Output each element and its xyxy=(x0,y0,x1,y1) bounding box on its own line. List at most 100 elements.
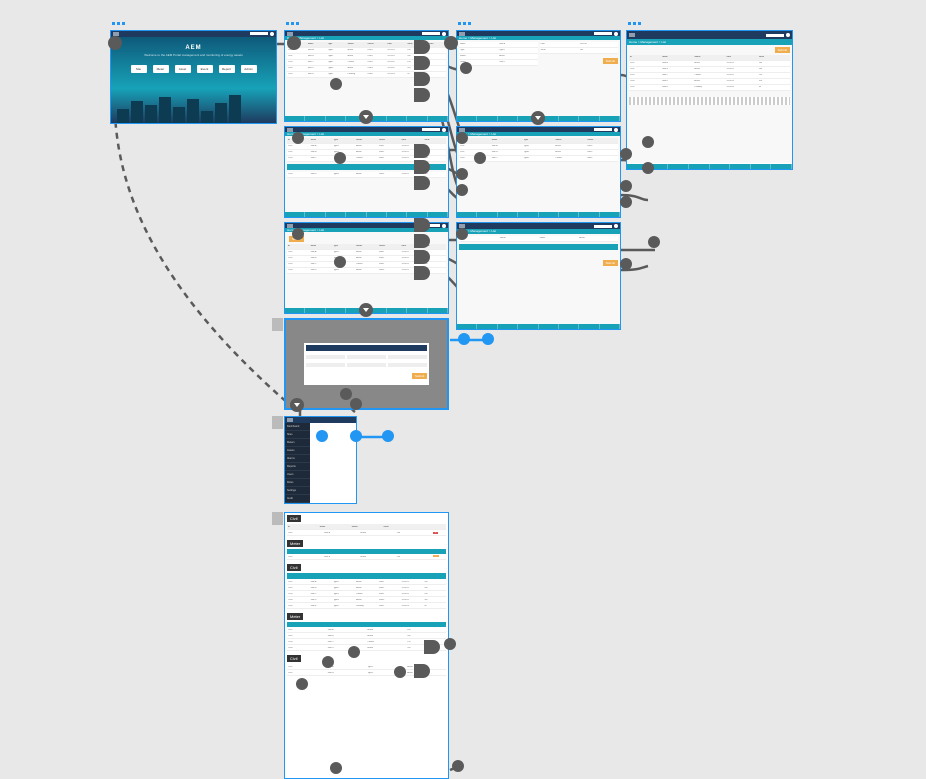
flow-node[interactable] xyxy=(292,228,304,240)
table-row[interactable]: 1004Item DActive320 xyxy=(287,645,446,651)
flow-gate[interactable] xyxy=(414,72,430,86)
flow-node[interactable] xyxy=(460,62,472,74)
hero-pill[interactable]: Admin xyxy=(241,65,257,73)
flow-node-blue[interactable] xyxy=(482,333,494,345)
flow-node[interactable] xyxy=(444,36,458,50)
frame-detail-1[interactable]: Home > Management > List NameItem ATypeT… xyxy=(456,30,621,122)
sidebar-item[interactable]: Sites xyxy=(285,431,310,439)
edit-button[interactable]: ✎ xyxy=(433,555,439,557)
frame-detail-2[interactable]: Home > Management > List IDNameTypeStatu… xyxy=(456,126,621,218)
frame-menu-icon[interactable] xyxy=(458,22,471,25)
sidebar-item[interactable]: Alarms xyxy=(285,455,310,463)
flow-node[interactable] xyxy=(334,256,346,268)
search-input[interactable] xyxy=(250,32,268,35)
hero-pill[interactable]: Event xyxy=(197,65,213,73)
chevron-down-icon[interactable] xyxy=(359,303,373,317)
flow-node[interactable] xyxy=(620,180,632,192)
frame-menu-icon[interactable] xyxy=(286,22,299,25)
flow-node[interactable] xyxy=(334,152,346,164)
frame-modal[interactable]: Submit xyxy=(284,318,449,410)
frame-summary[interactable]: Home > Management > List Submit IDNameSt… xyxy=(626,30,793,170)
avatar[interactable] xyxy=(614,128,618,132)
table-row[interactable]: 1005Item EPending2023-0390 xyxy=(629,85,790,91)
submit-button[interactable]: Submit xyxy=(603,260,618,266)
flow-gate[interactable] xyxy=(414,234,430,248)
delete-badge[interactable]: × xyxy=(433,532,438,534)
hero-pill[interactable]: Asset xyxy=(175,65,191,73)
flow-node[interactable] xyxy=(474,152,486,164)
chevron-down-icon[interactable] xyxy=(290,398,304,412)
flow-node-blue[interactable] xyxy=(350,430,362,442)
flow-node[interactable] xyxy=(350,398,362,410)
search-input[interactable] xyxy=(594,32,612,35)
hero-pill[interactable]: Meter xyxy=(153,65,169,73)
flow-gate[interactable] xyxy=(414,88,430,102)
frame-tab[interactable] xyxy=(272,318,283,331)
sidebar-item[interactable]: Roles xyxy=(285,479,310,487)
sidebar-item[interactable]: Logs xyxy=(285,503,310,504)
sidebar-item[interactable]: Assets xyxy=(285,447,310,455)
avatar[interactable] xyxy=(270,32,274,36)
hero-pill[interactable]: Site xyxy=(131,65,147,73)
flow-node[interactable] xyxy=(642,136,654,148)
chevron-down-icon[interactable] xyxy=(359,110,373,124)
flow-gate[interactable] xyxy=(414,250,430,264)
table-row[interactable]: 1005Item EType2PendingUser22023-0390 xyxy=(287,603,446,609)
flow-gate[interactable] xyxy=(414,56,430,70)
submit-button[interactable]: Submit xyxy=(603,58,618,64)
flow-node[interactable] xyxy=(620,148,632,160)
search-input[interactable] xyxy=(422,32,440,35)
chevron-down-icon[interactable] xyxy=(531,111,545,125)
flow-node[interactable] xyxy=(444,638,456,650)
flow-node[interactable] xyxy=(620,258,632,270)
flow-node[interactable] xyxy=(642,162,654,174)
sidebar-item[interactable]: Dashboard xyxy=(285,423,310,431)
flow-node-blue[interactable] xyxy=(382,430,394,442)
search-input[interactable] xyxy=(766,34,784,37)
frame-menu-icon[interactable] xyxy=(628,22,641,25)
flow-gate[interactable] xyxy=(414,218,430,232)
sidebar-item[interactable]: Meters xyxy=(285,439,310,447)
frame-detail-3[interactable]: Home > Management > List NameItem AStatu… xyxy=(456,222,621,330)
search-input[interactable] xyxy=(422,128,440,131)
flow-node[interactable] xyxy=(330,78,342,90)
search-input[interactable] xyxy=(594,225,612,228)
flow-node[interactable] xyxy=(456,168,468,180)
sidebar-item[interactable]: Settings xyxy=(285,487,310,495)
flow-node[interactable] xyxy=(292,132,304,144)
sidebar-item[interactable]: Reports xyxy=(285,463,310,471)
flow-node[interactable] xyxy=(394,666,406,678)
flow-gate[interactable] xyxy=(414,40,430,54)
flow-node[interactable] xyxy=(620,196,632,208)
frame-tab[interactable] xyxy=(272,512,283,525)
flow-gate[interactable] xyxy=(414,160,430,174)
flow-node[interactable] xyxy=(296,678,308,690)
sidebar-item[interactable]: Users xyxy=(285,471,310,479)
frame-hero[interactable]: AEM Welcome to the AEM Portal management… xyxy=(110,30,277,124)
avatar[interactable] xyxy=(614,224,618,228)
submit-button[interactable]: Submit xyxy=(412,373,427,379)
flow-node[interactable] xyxy=(648,236,660,248)
avatar[interactable] xyxy=(442,32,446,36)
flow-node[interactable] xyxy=(456,184,468,196)
flow-node[interactable] xyxy=(287,36,301,50)
table-row[interactable]: 1001Item AActive100× xyxy=(287,530,446,536)
flow-node[interactable] xyxy=(452,760,464,772)
hero-pill[interactable]: Report xyxy=(219,65,235,73)
flow-gate[interactable] xyxy=(414,266,430,280)
search-input[interactable] xyxy=(594,128,612,131)
flow-node-blue[interactable] xyxy=(458,333,470,345)
avatar[interactable] xyxy=(786,33,790,37)
design-canvas[interactable]: AEM Welcome to the AEM Portal management… xyxy=(0,0,926,779)
flow-node[interactable] xyxy=(330,762,342,774)
flow-node[interactable] xyxy=(348,646,360,658)
flow-gate[interactable] xyxy=(414,664,430,678)
flow-gate[interactable] xyxy=(414,176,430,190)
sidebar-item[interactable]: Audit xyxy=(285,495,310,503)
flow-gate[interactable] xyxy=(414,144,430,158)
frame-menu-icon[interactable] xyxy=(112,22,125,25)
flow-node-blue[interactable] xyxy=(316,430,328,442)
flow-gate[interactable] xyxy=(424,640,440,654)
submit-button[interactable]: Submit xyxy=(775,47,790,53)
avatar[interactable] xyxy=(614,32,618,36)
